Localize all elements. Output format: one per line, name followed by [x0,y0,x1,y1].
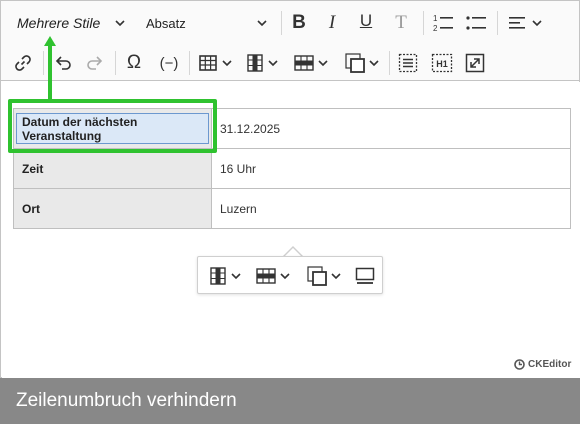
balloon-column-button[interactable] [206,264,244,288]
caption-bar: Zeilenumbruch verhindern [0,378,580,424]
omega-icon: Ω [126,52,142,73]
cell-text: Ort [22,201,40,216]
toolbar-separator [281,11,282,35]
table-cell[interactable]: 31.12.2025 [211,108,571,149]
caption-text: Zeilenumbruch verhindern [16,390,237,411]
chevron-down-icon [230,273,241,280]
svg-text:1: 1 [433,14,438,23]
bold-button[interactable]: B [288,11,310,35]
highlight-arrow-icon [44,36,56,102]
merge-cells-icon [307,266,327,286]
table-row-button[interactable] [291,51,331,75]
style-dropdown[interactable]: Mehrere Stile [11,9,131,37]
table-row-icon [256,268,276,284]
table-row: Zeit 16 Uhr [13,148,571,189]
merge-cells-button[interactable] [341,51,383,75]
chevron-down-icon [369,60,379,67]
cell-text: Zeit [22,161,44,176]
formula-button[interactable]: (−) [155,51,183,75]
heading-dropdown[interactable]: Absatz [141,9,273,37]
toolbar-separator [497,11,498,35]
rich-text-editor: Mehrere Stile Absatz B I U T 1 2 Ω (−) H… [0,0,580,378]
remove-format-button[interactable]: T [390,11,412,35]
chevron-down-icon [267,60,278,67]
toolbar-separator [389,51,390,75]
table-header-cell[interactable]: Zeit [13,148,212,189]
table-icon [198,55,217,71]
chevron-down-icon [280,273,290,280]
insert-table-button[interactable] [195,51,235,75]
chevron-down-icon [318,60,328,67]
table-row: Ort Luzern [13,188,571,229]
toolbar-separator [423,11,424,35]
style-dropdown-label: Mehrere Stile [17,15,101,31]
ckeditor-logo-icon [514,359,525,370]
numbered-list-button[interactable]: 1 2 [431,11,455,35]
svg-text:H1: H1 [436,59,448,69]
link-button[interactable] [11,51,35,75]
chevron-down-icon [257,20,267,27]
table-row-icon [294,55,314,71]
editor-toolbar: Mehrere Stile Absatz B I U T 1 2 Ω (−) H… [1,1,579,81]
ckeditor-label: CKEditor [528,359,572,370]
merge-cells-icon [345,53,365,73]
underline-button[interactable]: U [355,9,377,33]
bulleted-list-icon [466,16,486,30]
table-cell[interactable]: 16 Uhr [211,148,571,189]
remove-format-icon: T [395,12,407,33]
numbered-list-icon: 1 2 [433,14,453,33]
h1-icon: H1 [431,53,453,73]
cell-text: Luzern [220,201,257,216]
balloon-cell-properties-button[interactable] [353,264,377,288]
balloon-merge-button[interactable] [303,264,345,288]
table-toolbar-balloon [197,256,383,294]
link-icon [15,55,31,71]
table-column-icon [246,54,263,72]
chevron-down-icon [331,273,341,280]
fullscreen-button[interactable] [463,51,487,75]
ckeditor-badge[interactable]: CKEditor [514,359,571,370]
heading-h1-button[interactable]: H1 [430,51,454,75]
heading-dropdown-label: Absatz [146,15,186,31]
toolbar-separator [115,51,116,75]
show-blocks-button[interactable] [396,51,420,75]
table-properties-icon [355,267,375,284]
table-column-icon [209,267,226,285]
show-blocks-icon [398,53,418,73]
table-column-button[interactable] [243,51,281,75]
italic-button[interactable]: I [321,11,343,35]
placeholder-icon: (−) [159,54,179,72]
chevron-down-icon [221,60,232,67]
cell-text: 16 Uhr [220,161,257,176]
chevron-down-icon [532,20,542,27]
chevron-down-icon [115,20,125,27]
table-cell[interactable]: Luzern [211,188,571,229]
table-header-cell[interactable]: Ort [13,188,212,229]
fullscreen-icon [465,53,485,73]
alignment-dropdown[interactable] [504,11,546,35]
toolbar-separator [189,51,190,75]
balloon-row-button[interactable] [253,264,293,288]
align-left-icon [509,17,525,29]
special-characters-button[interactable]: Ω [122,51,146,75]
cell-text: 31.12.2025 [220,121,281,136]
svg-text:2: 2 [433,24,438,33]
redo-icon [87,56,103,70]
bulleted-list-button[interactable] [464,11,488,35]
redo-button[interactable] [83,51,107,75]
highlight-box [8,99,217,153]
